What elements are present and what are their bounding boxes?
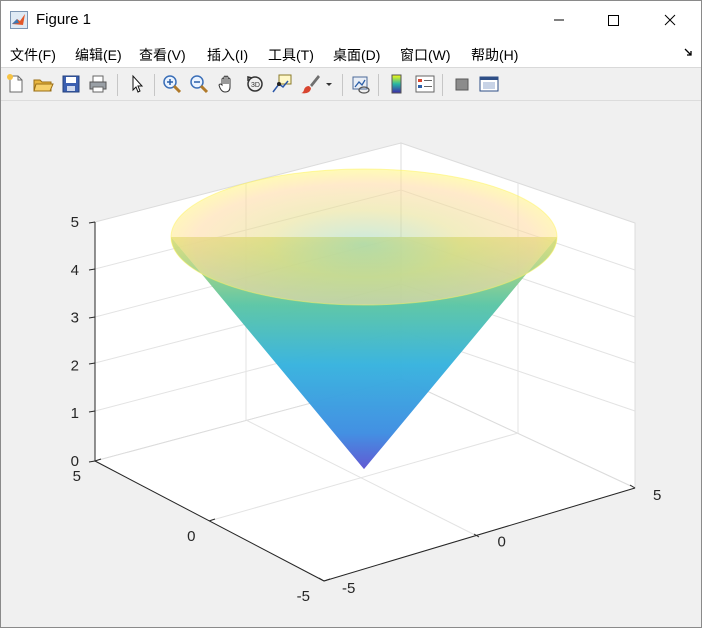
- maximize-button[interactable]: [590, 1, 636, 39]
- close-icon: [664, 14, 676, 26]
- figure-window: Figure 1 文件(F) 编辑(E) 查看(V) 插入(I) 工具(T) 桌…: [0, 0, 702, 628]
- toolbar-separator: [442, 74, 443, 96]
- z-tick-label: 3: [71, 310, 79, 327]
- surface-plot[interactable]: 012345 -505 -505: [1, 102, 701, 627]
- zoom-out-icon[interactable]: [188, 73, 210, 95]
- edit-plot-arrow-icon[interactable]: [126, 73, 148, 95]
- menu-bar: 文件(F) 编辑(E) 查看(V) 插入(I) 工具(T) 桌面(D) 窗口(W…: [1, 39, 701, 68]
- menu-edit[interactable]: 编辑(E): [75, 45, 122, 65]
- link-plot-icon[interactable]: [350, 73, 372, 95]
- menu-desktop[interactable]: 桌面(D): [333, 45, 380, 65]
- matlab-logo-icon: [10, 11, 28, 29]
- maximize-icon: [608, 15, 619, 26]
- toolbar-separator: [154, 74, 155, 96]
- brush-dropdown-icon[interactable]: [323, 73, 335, 95]
- legend-icon[interactable]: [414, 73, 436, 95]
- z-tick-label: 2: [71, 357, 79, 374]
- window-title: Figure 1: [36, 11, 92, 28]
- toolbar-separator: [342, 74, 343, 96]
- z-tick-label: 4: [71, 262, 79, 279]
- svg-text:3D: 3D: [251, 82, 260, 89]
- x-tick-label: 0: [498, 534, 506, 551]
- z-tick-label: 1: [71, 405, 79, 422]
- brush-icon[interactable]: [300, 73, 322, 95]
- y-tick-label: -5: [297, 588, 310, 605]
- rotate-3d-icon[interactable]: 3D: [244, 73, 266, 95]
- print-icon[interactable]: [87, 73, 109, 95]
- dock-arrow-icon[interactable]: [684, 48, 694, 58]
- toolbar-separator: [378, 74, 379, 96]
- colorbar-icon[interactable]: [386, 73, 408, 95]
- open-file-icon[interactable]: [32, 73, 54, 95]
- x-tick-label: -5: [342, 580, 355, 597]
- toolbar-separator: [117, 74, 118, 96]
- z-tick-labels: 012345: [71, 214, 79, 470]
- menu-view[interactable]: 查看(V): [139, 45, 186, 65]
- data-cursor-icon[interactable]: [271, 73, 293, 95]
- save-icon[interactable]: [60, 73, 82, 95]
- show-plot-tools-icon[interactable]: [478, 73, 500, 95]
- y-tick-label: 5: [73, 468, 81, 485]
- menu-tools[interactable]: 工具(T): [268, 45, 314, 65]
- minimize-icon: [554, 19, 564, 21]
- menu-window[interactable]: 窗口(W): [400, 45, 451, 65]
- figure-toolbar: 3D: [1, 69, 701, 101]
- minimize-button[interactable]: [536, 1, 582, 39]
- new-figure-icon[interactable]: [5, 73, 27, 95]
- menu-file[interactable]: 文件(F): [10, 45, 56, 65]
- title-bar[interactable]: Figure 1: [1, 1, 701, 39]
- zoom-in-icon[interactable]: [161, 73, 183, 95]
- pan-hand-icon[interactable]: [216, 73, 238, 95]
- close-button[interactable]: [647, 1, 693, 39]
- x-tick-label: 5: [653, 487, 661, 504]
- z-tick-label: 5: [71, 214, 79, 231]
- menu-help[interactable]: 帮助(H): [471, 45, 518, 65]
- menu-insert[interactable]: 插入(I): [207, 45, 248, 65]
- y-tick-label: 0: [187, 528, 195, 545]
- figure-canvas[interactable]: 012345 -5 0 5 -5 0 5: [1, 102, 701, 627]
- hide-plot-tools-icon[interactable]: [451, 73, 473, 95]
